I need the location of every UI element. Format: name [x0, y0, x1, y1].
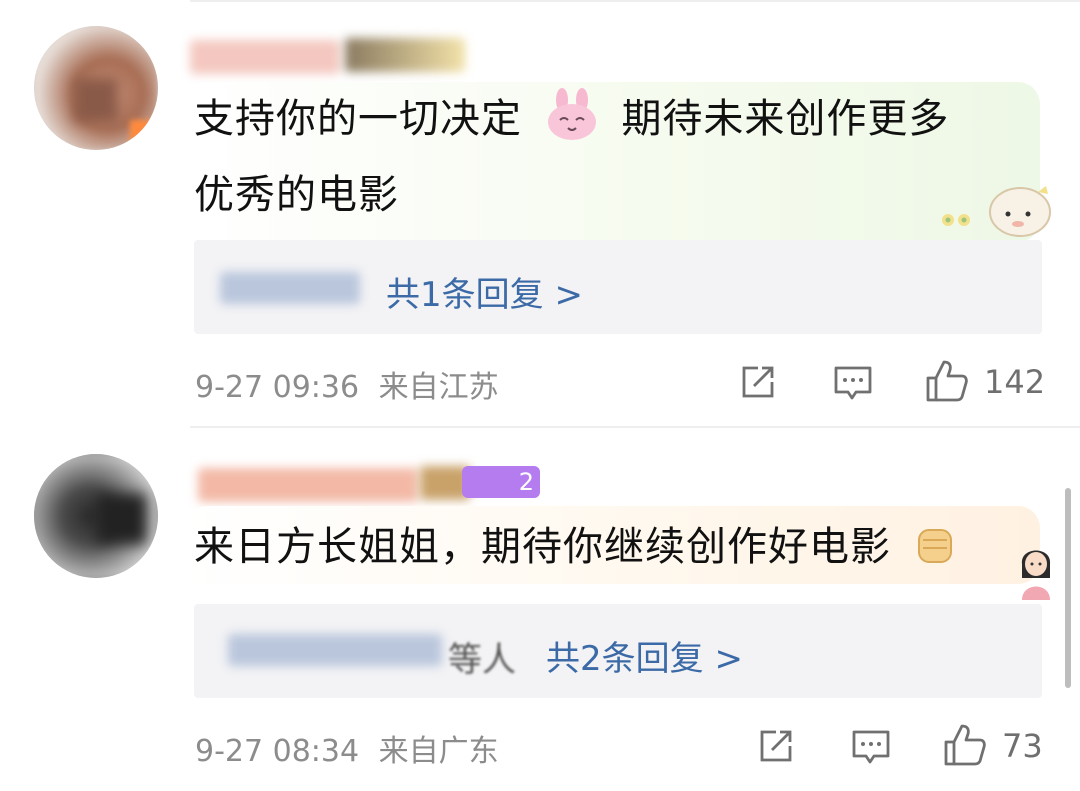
- view-replies-link[interactable]: 共1条回复 >: [386, 267, 583, 316]
- avatar[interactable]: [34, 26, 158, 150]
- comment-text-part1: 来日方长姐姐，期待你继续创作好电影: [194, 524, 891, 570]
- comment-text-line2: 优秀的电影: [194, 172, 399, 218]
- bunny-face-emoji-icon: [546, 88, 598, 162]
- like-icon[interactable]: [924, 358, 970, 408]
- comment-icon[interactable]: [832, 362, 874, 408]
- username-blurred[interactable]: [190, 40, 340, 74]
- like-count: 73: [1002, 727, 1043, 765]
- reply-preview-box[interactable]: 等人 共2条回复 >: [194, 604, 1042, 698]
- comment-meta: 9-27 09:36 来自江苏: [195, 362, 499, 406]
- reply-preview-tail: 等人: [448, 640, 516, 680]
- share-icon[interactable]: [756, 726, 796, 770]
- girl-sticker-icon: [1016, 540, 1056, 606]
- reply-author-blurred: [220, 272, 360, 304]
- comment-text: 支持你的一切决定 期待未来创作更多 优秀的电影: [194, 86, 1024, 228]
- comment-date: 9-27 09:36: [195, 370, 360, 405]
- sheep-sticker-icon: [938, 180, 1058, 242]
- like-count: 142: [984, 363, 1046, 401]
- comment-location: 来自江苏: [378, 370, 499, 405]
- comment-text-part1: 支持你的一切决定: [194, 96, 522, 142]
- reply-author-blurred: [228, 634, 442, 666]
- comment-icon[interactable]: [850, 726, 892, 772]
- top-divider: [190, 0, 1080, 2]
- comment-meta: 9-27 08:34 来自广东: [195, 726, 499, 770]
- fist-emoji-icon: [913, 522, 957, 588]
- comment-location: 来自广东: [378, 734, 499, 769]
- share-icon[interactable]: [738, 362, 778, 406]
- view-replies-link[interactable]: 共2条回复 >: [546, 631, 743, 680]
- level-badge-text: 2: [518, 468, 534, 496]
- user-badge-blurred: [345, 38, 465, 72]
- scrollbar[interactable]: [1065, 488, 1071, 688]
- comment-text-part2: 期待未来创作更多: [621, 96, 950, 142]
- comment-date: 9-27 08:34: [195, 734, 360, 769]
- comment-divider: [190, 426, 1080, 428]
- level-badge: 2: [462, 466, 540, 498]
- comment-text: 来日方长姐姐，期待你继续创作好电影: [194, 514, 1024, 588]
- reply-preview-box[interactable]: 共1条回复 >: [194, 240, 1042, 334]
- like-icon[interactable]: [942, 722, 988, 772]
- avatar[interactable]: [34, 454, 158, 578]
- username-blurred[interactable]: [198, 468, 418, 502]
